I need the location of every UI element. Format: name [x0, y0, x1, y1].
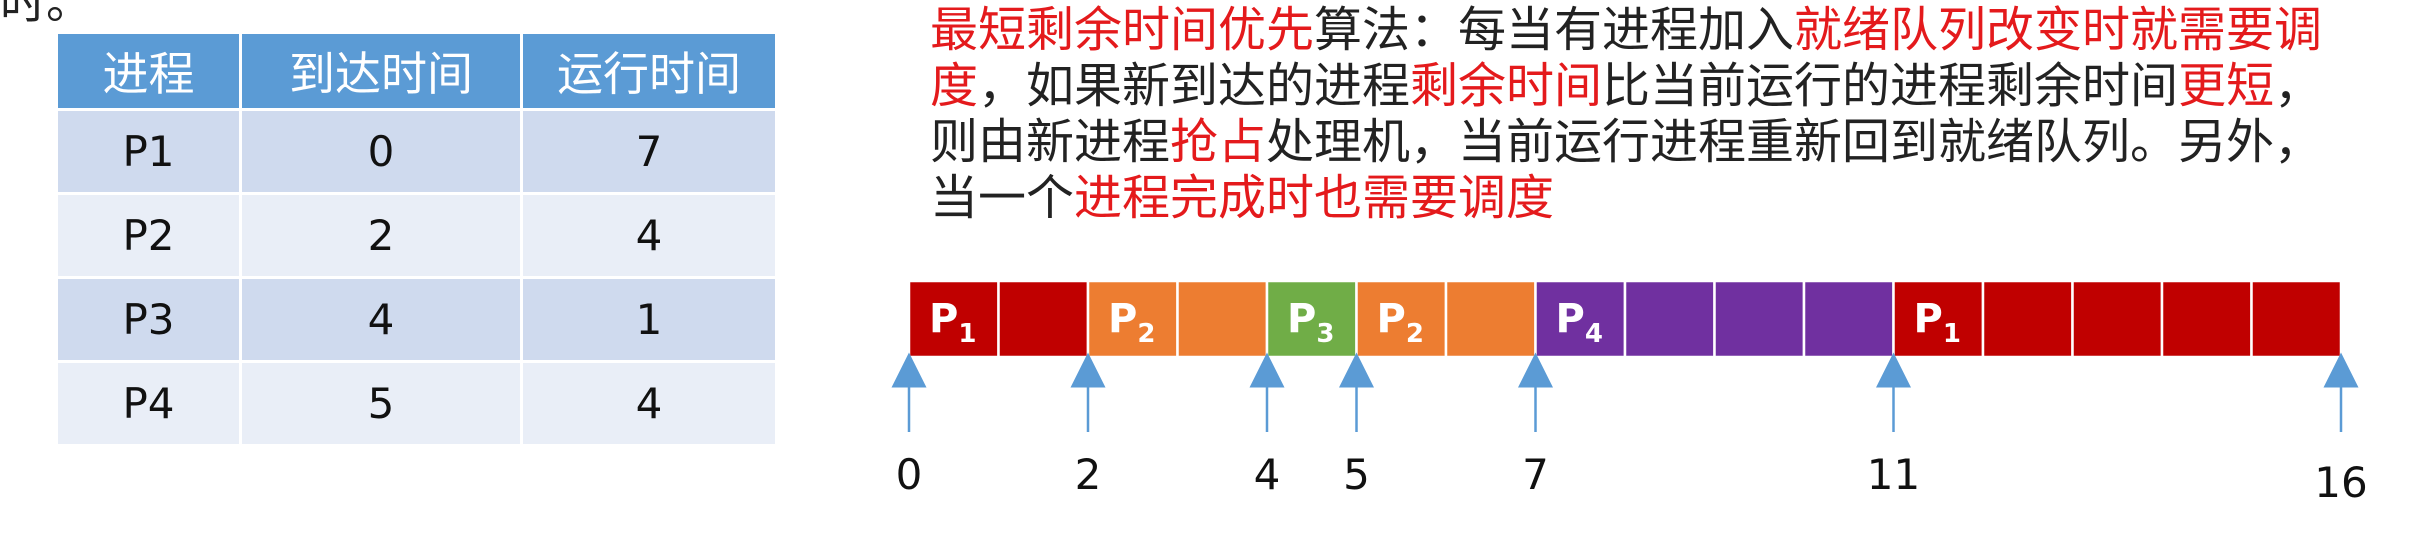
time-tick-label: 16	[2314, 458, 2367, 507]
gantt-cell-p1	[2250, 279, 2343, 359]
gantt-arrows	[891, 352, 2359, 432]
time-tick-label: 2	[1075, 450, 1102, 499]
gantt-chart: P1 P2 P3 P2 P4 P1 0 2 4 5 7 11 16	[891, 279, 2368, 507]
gantt-cell-p1	[2071, 279, 2164, 359]
time-tick-label: 11	[1867, 450, 1920, 499]
gantt-cell-p4	[1623, 279, 1716, 359]
gantt-cell-p4	[1802, 279, 1895, 359]
gantt-cell-p1	[2160, 279, 2253, 359]
time-tick-label: 7	[1522, 450, 1549, 499]
time-tick-label: 5	[1343, 450, 1370, 499]
gantt-cell-p1	[997, 279, 1090, 359]
gantt-tick-labels: 0 2 4 5 7 11 16	[896, 450, 2368, 507]
time-tick-label: 0	[896, 450, 923, 499]
gantt-cell-p4	[1713, 279, 1806, 359]
gantt-cell-p1	[1981, 279, 2074, 359]
gantt-cell-p2	[1176, 279, 1269, 359]
time-tick-label: 4	[1254, 450, 1281, 499]
gantt-cell-p2	[1444, 279, 1537, 359]
